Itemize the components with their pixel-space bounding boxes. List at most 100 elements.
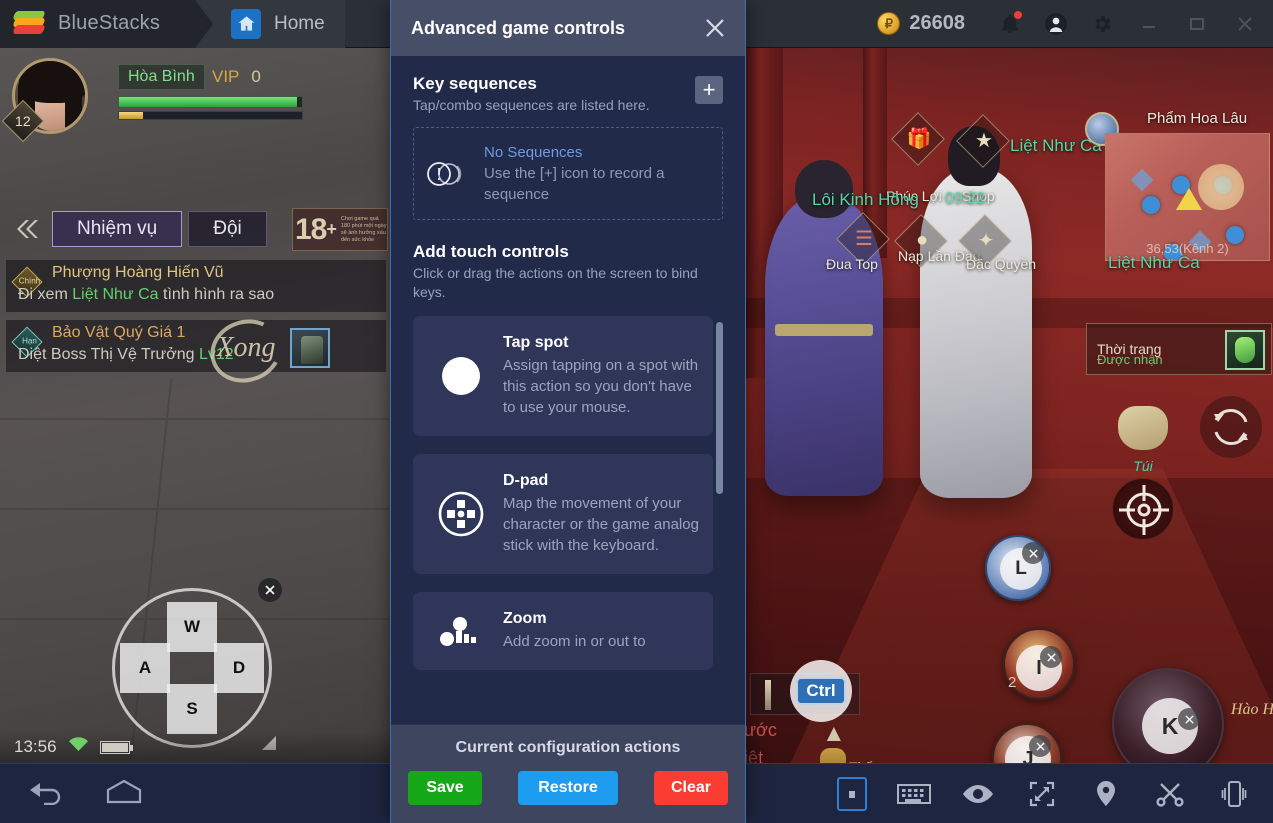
settings-gear-icon[interactable] (1079, 0, 1125, 48)
toolbar-tools (837, 776, 1273, 811)
tab-home-label: Home (274, 12, 325, 34)
bag-button[interactable]: Túi (1112, 400, 1174, 474)
touch-controls-list[interactable]: Tap spot Assign tapping on a spot with t… (413, 316, 723, 708)
tab-quest[interactable]: Nhiệm vụ (52, 211, 183, 247)
dpad-key-up[interactable]: W (167, 602, 217, 652)
target-lock-button[interactable] (1112, 478, 1174, 540)
fashion-notice[interactable]: Thời trang Được nhận (1086, 323, 1272, 375)
hotkey-I-remove-icon[interactable] (1040, 646, 1062, 668)
save-button[interactable]: Save (408, 771, 482, 805)
dpad-remove-icon[interactable] (258, 578, 282, 602)
quest-tag-label: Chính (18, 276, 41, 286)
control-card-tap-spot[interactable]: Tap spot Assign tapping on a spot with t… (413, 316, 713, 436)
hao-h-label: Hào H (1230, 701, 1273, 718)
panel-scrollbar-thumb[interactable] (716, 322, 723, 494)
avatar-hair-right (65, 79, 82, 131)
fullscreen-icon[interactable] (1025, 777, 1059, 811)
vip-value: 0 (251, 67, 261, 86)
control-card-zoom[interactable]: Zoom Add zoom in or out to (413, 592, 713, 670)
quest-title: Phượng Hoàng Hiến Vũ (52, 264, 224, 281)
dpad-key-left[interactable]: A (120, 643, 170, 693)
add-touch-controls-heading: Add touch controls (413, 242, 569, 261)
add-sequence-button[interactable]: + (695, 76, 723, 104)
hotkey-Ctrl[interactable]: Ctrl (790, 660, 852, 722)
shake-phone-icon[interactable] (1217, 777, 1251, 811)
hotkey-L-remove-icon[interactable] (1022, 542, 1044, 564)
world-icon-dac-quyen[interactable]: ✦ (958, 214, 1012, 268)
dpad-key-right[interactable]: D (214, 643, 264, 693)
control-card-desc: Add zoom in or out to (503, 633, 646, 650)
maximize-button[interactable] (1173, 0, 1221, 48)
fashion-potion-icon (1225, 330, 1265, 370)
advanced-game-controls-panel[interactable]: Advanced game controls Key sequences Tap… (390, 0, 746, 823)
tab-team-label: Đội (213, 218, 242, 239)
no-sequences-title: No Sequences (484, 144, 583, 161)
panel-footer: Current configuration actions Save Resto… (391, 724, 745, 823)
quest-sub-highlight[interactable]: Liệt Như Ca (72, 286, 158, 303)
player-hud[interactable]: 12 Hòa Bình VIP 0 (1, 58, 312, 143)
sword-icon (765, 680, 771, 710)
key-sequences-sub: Tap/combo sequences are listed here. (413, 97, 650, 113)
refresh-button[interactable] (1200, 396, 1262, 458)
control-card-d-pad[interactable]: D-pad Map the movement of your character… (413, 454, 713, 574)
control-card-title: Zoom (503, 610, 547, 627)
vip-plate[interactable]: VIP 0 (212, 64, 261, 90)
panel-body: Key sequences Tap/combo sequences are li… (391, 56, 745, 724)
close-icon[interactable] (695, 8, 735, 48)
expand-chevron-icon[interactable]: ▲ (822, 720, 846, 748)
world-label-dua-top[interactable]: Đua Top (826, 256, 878, 272)
restore-button[interactable]: Restore (518, 771, 618, 805)
player-level-value: 12 (15, 112, 31, 129)
hotkey-K-remove-icon[interactable] (1178, 708, 1200, 730)
account-avatar-icon[interactable] (1033, 0, 1079, 48)
notification-badge (1013, 9, 1023, 20)
control-card-desc: Map the movement of your character or th… (503, 495, 699, 554)
tab-home[interactable]: Home (195, 0, 345, 48)
health-bar (118, 96, 303, 108)
world-icon-dua-top[interactable]: ☰ (836, 212, 890, 266)
add-touch-controls-section: Add touch controls Click or drag the act… (413, 242, 723, 302)
home-nav-icon[interactable] (104, 777, 144, 810)
minimize-button[interactable] (1125, 0, 1173, 48)
titlebar-actions: ₽ 26608 (877, 0, 1273, 48)
close-button[interactable] (1221, 0, 1269, 48)
hotkey-Ctrl-label: Ctrl (796, 677, 846, 705)
dpad-overlay[interactable]: W A D S (112, 588, 272, 748)
bag-icon (1118, 406, 1168, 450)
panel-scrollbar[interactable] (716, 322, 723, 702)
back-arrow-icon[interactable] (10, 211, 46, 247)
world-icon-phuc-loi[interactable]: 🎁 (891, 112, 945, 166)
clear-button[interactable]: Clear (654, 771, 728, 805)
age-rating-badge: 18 + Chơi game quá 180 phút một ngày sẽ … (292, 208, 388, 251)
quest-reward-item[interactable] (290, 328, 330, 368)
back-nav-icon[interactable] (26, 777, 66, 810)
minimap[interactable]: 36,53(Kênh 2) (1105, 133, 1270, 261)
hotkey-J-remove-icon[interactable] (1029, 735, 1051, 757)
home-icon (231, 8, 261, 39)
eye-icon[interactable] (961, 777, 995, 811)
minimap-area-label: Liệt Như Ca (1108, 253, 1200, 272)
world-icon-shop[interactable]: ★ (956, 114, 1010, 168)
control-card-title: Tap spot (503, 334, 569, 351)
key-sequences-heading: Key sequences (413, 74, 537, 93)
d-pad-icon (423, 491, 499, 537)
footer-buttons: Save Restore Clear (391, 771, 745, 805)
world-label-dac-quyen[interactable]: Đặc Quyền (966, 256, 1036, 273)
keyboard-icon[interactable] (897, 777, 931, 811)
battery-icon (99, 740, 133, 754)
tab-team[interactable]: Đội (188, 211, 267, 247)
points-display[interactable]: ₽ 26608 (877, 12, 965, 35)
microphone-icon[interactable] (820, 748, 846, 763)
notification-bell-icon[interactable] (987, 0, 1033, 48)
quest-subtitle: Đi xem Liệt Như Ca tình hình ra sao (18, 286, 274, 304)
footer-title: Current configuration actions (455, 739, 681, 756)
game-controls-icon[interactable] (837, 776, 867, 811)
minimap-center (1198, 164, 1244, 210)
fashion-status: Được nhận (1097, 352, 1163, 367)
location-pin-icon[interactable] (1089, 777, 1123, 811)
quest-tag-label: Hạn (22, 336, 37, 346)
scissors-icon[interactable] (1153, 777, 1187, 811)
quest-row[interactable]: Chính Phượng Hoàng Hiến Vũ Đi xem Liệt N… (6, 260, 386, 312)
dpad-key-down[interactable]: S (167, 684, 217, 734)
no-sequences-text: No Sequences Use the [+] icon to record … (484, 142, 712, 205)
